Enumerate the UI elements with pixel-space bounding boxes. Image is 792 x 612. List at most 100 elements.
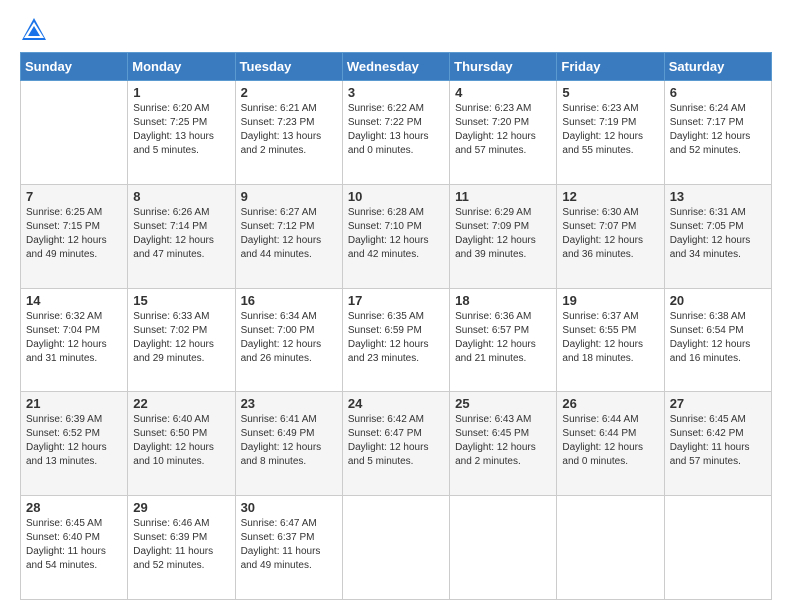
calendar-week-row: 1 Sunrise: 6:20 AM Sunset: 7:25 PM Dayli… xyxy=(21,81,772,185)
day-info: Sunrise: 6:34 AM Sunset: 7:00 PM Dayligh… xyxy=(241,310,337,366)
day-info: Sunrise: 6:26 AM Sunset: 7:14 PM Dayligh… xyxy=(133,206,229,262)
calendar-cell xyxy=(21,81,128,185)
calendar-week-row: 14 Sunrise: 6:32 AM Sunset: 7:04 PM Dayl… xyxy=(21,288,772,392)
calendar-cell: 15 Sunrise: 6:33 AM Sunset: 7:02 PM Dayl… xyxy=(128,288,235,392)
page: SundayMondayTuesdayWednesdayThursdayFrid… xyxy=(0,0,792,612)
daylight-text: Daylight: 12 hours and 8 minutes. xyxy=(241,442,322,467)
sunset-text: Sunset: 6:55 PM xyxy=(562,325,636,336)
daylight-text: Daylight: 12 hours and 57 minutes. xyxy=(455,131,536,156)
daylight-text: Daylight: 12 hours and 21 minutes. xyxy=(455,339,536,364)
sunset-text: Sunset: 7:25 PM xyxy=(133,117,207,128)
day-info: Sunrise: 6:23 AM Sunset: 7:19 PM Dayligh… xyxy=(562,102,658,158)
calendar-week-row: 7 Sunrise: 6:25 AM Sunset: 7:15 PM Dayli… xyxy=(21,184,772,288)
daylight-text: Daylight: 12 hours and 36 minutes. xyxy=(562,235,643,260)
day-number: 5 xyxy=(562,85,658,100)
daylight-text: Daylight: 12 hours and 42 minutes. xyxy=(348,235,429,260)
calendar-cell: 16 Sunrise: 6:34 AM Sunset: 7:00 PM Dayl… xyxy=(235,288,342,392)
calendar-cell: 8 Sunrise: 6:26 AM Sunset: 7:14 PM Dayli… xyxy=(128,184,235,288)
calendar-header-row: SundayMondayTuesdayWednesdayThursdayFrid… xyxy=(21,53,772,81)
calendar-cell: 27 Sunrise: 6:45 AM Sunset: 6:42 PM Dayl… xyxy=(664,392,771,496)
calendar-cell xyxy=(557,496,664,600)
day-info: Sunrise: 6:44 AM Sunset: 6:44 PM Dayligh… xyxy=(562,413,658,469)
sunset-text: Sunset: 6:54 PM xyxy=(670,325,744,336)
daylight-text: Daylight: 12 hours and 16 minutes. xyxy=(670,339,751,364)
calendar-day-header: Friday xyxy=(557,53,664,81)
sunset-text: Sunset: 7:22 PM xyxy=(348,117,422,128)
sunrise-text: Sunrise: 6:46 AM xyxy=(133,518,209,529)
sunrise-text: Sunrise: 6:34 AM xyxy=(241,311,317,322)
calendar-cell: 3 Sunrise: 6:22 AM Sunset: 7:22 PM Dayli… xyxy=(342,81,449,185)
calendar-cell: 7 Sunrise: 6:25 AM Sunset: 7:15 PM Dayli… xyxy=(21,184,128,288)
sunset-text: Sunset: 7:20 PM xyxy=(455,117,529,128)
daylight-text: Daylight: 12 hours and 49 minutes. xyxy=(26,235,107,260)
sunrise-text: Sunrise: 6:25 AM xyxy=(26,207,102,218)
sunrise-text: Sunrise: 6:45 AM xyxy=(670,414,746,425)
calendar-cell: 11 Sunrise: 6:29 AM Sunset: 7:09 PM Dayl… xyxy=(450,184,557,288)
day-info: Sunrise: 6:33 AM Sunset: 7:02 PM Dayligh… xyxy=(133,310,229,366)
day-info: Sunrise: 6:45 AM Sunset: 6:40 PM Dayligh… xyxy=(26,517,122,573)
day-number: 26 xyxy=(562,396,658,411)
sunrise-text: Sunrise: 6:40 AM xyxy=(133,414,209,425)
daylight-text: Daylight: 11 hours and 52 minutes. xyxy=(133,546,213,571)
sunrise-text: Sunrise: 6:42 AM xyxy=(348,414,424,425)
calendar-day-header: Monday xyxy=(128,53,235,81)
daylight-text: Daylight: 12 hours and 10 minutes. xyxy=(133,442,214,467)
day-number: 7 xyxy=(26,189,122,204)
sunrise-text: Sunrise: 6:24 AM xyxy=(670,103,746,114)
sunset-text: Sunset: 7:17 PM xyxy=(670,117,744,128)
day-info: Sunrise: 6:27 AM Sunset: 7:12 PM Dayligh… xyxy=(241,206,337,262)
calendar-cell: 5 Sunrise: 6:23 AM Sunset: 7:19 PM Dayli… xyxy=(557,81,664,185)
sunset-text: Sunset: 7:00 PM xyxy=(241,325,315,336)
daylight-text: Daylight: 12 hours and 55 minutes. xyxy=(562,131,643,156)
sunset-text: Sunset: 6:45 PM xyxy=(455,428,529,439)
day-info: Sunrise: 6:31 AM Sunset: 7:05 PM Dayligh… xyxy=(670,206,766,262)
day-number: 29 xyxy=(133,500,229,515)
calendar-cell: 17 Sunrise: 6:35 AM Sunset: 6:59 PM Dayl… xyxy=(342,288,449,392)
calendar-cell: 10 Sunrise: 6:28 AM Sunset: 7:10 PM Dayl… xyxy=(342,184,449,288)
sunset-text: Sunset: 6:37 PM xyxy=(241,532,315,543)
calendar-cell: 24 Sunrise: 6:42 AM Sunset: 6:47 PM Dayl… xyxy=(342,392,449,496)
day-number: 18 xyxy=(455,293,551,308)
daylight-text: Daylight: 12 hours and 29 minutes. xyxy=(133,339,214,364)
sunset-text: Sunset: 6:52 PM xyxy=(26,428,100,439)
day-info: Sunrise: 6:40 AM Sunset: 6:50 PM Dayligh… xyxy=(133,413,229,469)
daylight-text: Daylight: 12 hours and 47 minutes. xyxy=(133,235,214,260)
daylight-text: Daylight: 12 hours and 18 minutes. xyxy=(562,339,643,364)
calendar-cell: 23 Sunrise: 6:41 AM Sunset: 6:49 PM Dayl… xyxy=(235,392,342,496)
sunrise-text: Sunrise: 6:43 AM xyxy=(455,414,531,425)
day-info: Sunrise: 6:46 AM Sunset: 6:39 PM Dayligh… xyxy=(133,517,229,573)
sunrise-text: Sunrise: 6:36 AM xyxy=(455,311,531,322)
day-info: Sunrise: 6:23 AM Sunset: 7:20 PM Dayligh… xyxy=(455,102,551,158)
sunrise-text: Sunrise: 6:29 AM xyxy=(455,207,531,218)
day-number: 12 xyxy=(562,189,658,204)
day-info: Sunrise: 6:43 AM Sunset: 6:45 PM Dayligh… xyxy=(455,413,551,469)
sunrise-text: Sunrise: 6:44 AM xyxy=(562,414,638,425)
day-number: 17 xyxy=(348,293,444,308)
daylight-text: Daylight: 12 hours and 39 minutes. xyxy=(455,235,536,260)
calendar-cell: 4 Sunrise: 6:23 AM Sunset: 7:20 PM Dayli… xyxy=(450,81,557,185)
day-info: Sunrise: 6:24 AM Sunset: 7:17 PM Dayligh… xyxy=(670,102,766,158)
sunrise-text: Sunrise: 6:21 AM xyxy=(241,103,317,114)
daylight-text: Daylight: 12 hours and 5 minutes. xyxy=(348,442,429,467)
day-info: Sunrise: 6:21 AM Sunset: 7:23 PM Dayligh… xyxy=(241,102,337,158)
day-info: Sunrise: 6:22 AM Sunset: 7:22 PM Dayligh… xyxy=(348,102,444,158)
calendar-cell: 18 Sunrise: 6:36 AM Sunset: 6:57 PM Dayl… xyxy=(450,288,557,392)
sunrise-text: Sunrise: 6:39 AM xyxy=(26,414,102,425)
sunset-text: Sunset: 6:44 PM xyxy=(562,428,636,439)
day-number: 20 xyxy=(670,293,766,308)
daylight-text: Daylight: 12 hours and 13 minutes. xyxy=(26,442,107,467)
sunset-text: Sunset: 7:04 PM xyxy=(26,325,100,336)
sunrise-text: Sunrise: 6:30 AM xyxy=(562,207,638,218)
header xyxy=(20,16,772,44)
day-info: Sunrise: 6:29 AM Sunset: 7:09 PM Dayligh… xyxy=(455,206,551,262)
sunrise-text: Sunrise: 6:26 AM xyxy=(133,207,209,218)
daylight-text: Daylight: 11 hours and 49 minutes. xyxy=(241,546,321,571)
calendar-cell: 21 Sunrise: 6:39 AM Sunset: 6:52 PM Dayl… xyxy=(21,392,128,496)
day-info: Sunrise: 6:28 AM Sunset: 7:10 PM Dayligh… xyxy=(348,206,444,262)
sunrise-text: Sunrise: 6:28 AM xyxy=(348,207,424,218)
sunset-text: Sunset: 6:49 PM xyxy=(241,428,315,439)
daylight-text: Daylight: 12 hours and 52 minutes. xyxy=(670,131,751,156)
daylight-text: Daylight: 12 hours and 31 minutes. xyxy=(26,339,107,364)
calendar-day-header: Saturday xyxy=(664,53,771,81)
calendar-cell: 20 Sunrise: 6:38 AM Sunset: 6:54 PM Dayl… xyxy=(664,288,771,392)
